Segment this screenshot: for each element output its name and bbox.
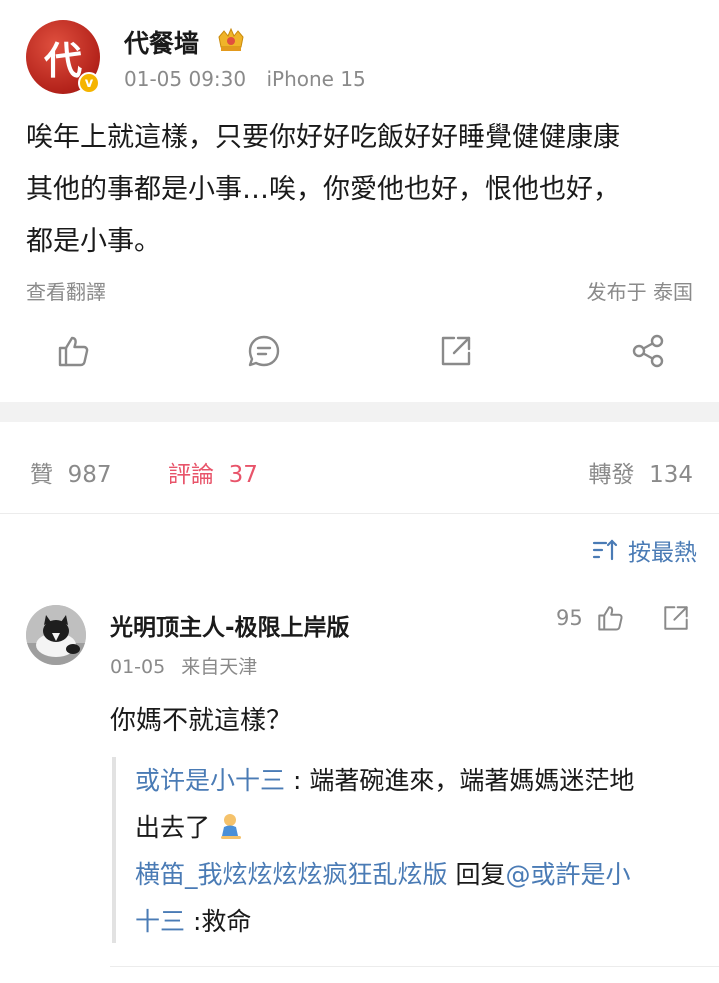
commenter-name[interactable]: 光明顶主人-极限上岸版 bbox=[110, 608, 350, 642]
reply-item[interactable]: 横笛_我炫炫炫炫疯狂乱炫版 回复@或許是小 十三 :救命 bbox=[135, 851, 700, 945]
comment-meta: 01-05 来自天津 bbox=[110, 652, 267, 679]
repost-icon[interactable] bbox=[439, 334, 473, 368]
likes-count: 987 bbox=[67, 462, 112, 488]
reply-separator: : bbox=[285, 766, 310, 795]
post-line: 其他的事都是小事…唉，你愛他也好，恨他也好， bbox=[26, 174, 620, 205]
avatar-glyph: 代 bbox=[43, 37, 82, 83]
reposts-label: 轉發 bbox=[588, 462, 635, 488]
mention-link[interactable]: @或許是小 bbox=[505, 860, 630, 889]
likes-stat[interactable]: 贊 987 bbox=[30, 455, 112, 489]
post-meta: 01-05 09:30 iPhone 15 bbox=[124, 67, 380, 91]
comments-stat[interactable]: 評論 37 bbox=[168, 455, 258, 489]
post-line: 唉年上就這樣，只要你好好吃飯好好睡覺健健康康 bbox=[26, 122, 620, 153]
post-location: 发布于 泰国 bbox=[586, 280, 693, 304]
sort-icon bbox=[592, 539, 618, 561]
reply-word: 回复 bbox=[447, 860, 506, 889]
reply-list[interactable]: 或许是小十三 : 端著碗進來，端著媽媽迷茫地 出去了 横笛_我炫炫炫炫疯狂乱炫版… bbox=[135, 757, 700, 945]
post-line: 都是小事。 bbox=[26, 226, 161, 257]
comment-text: 你媽不就這樣？ bbox=[110, 706, 293, 736]
reply-user-link[interactable]: 横笛_我炫炫炫炫疯狂乱炫版 bbox=[135, 860, 448, 889]
like-icon[interactable] bbox=[56, 334, 90, 368]
reply-text: :救命 bbox=[185, 907, 252, 936]
stats-divider bbox=[0, 513, 719, 514]
post-device: iPhone 15 bbox=[266, 67, 366, 91]
sort-hot-button[interactable]: 按最熱 bbox=[592, 533, 697, 567]
reply-thread-bar bbox=[112, 757, 116, 943]
share-icon[interactable] bbox=[631, 334, 665, 368]
comment-divider bbox=[110, 966, 719, 967]
sort-label: 按最熱 bbox=[628, 540, 697, 566]
reply-item[interactable]: 或许是小十三 : 端著碗進來，端著媽媽迷茫地 出去了 bbox=[135, 757, 700, 851]
reposts-count: 134 bbox=[649, 462, 693, 488]
translate-link[interactable]: 查看翻譯 bbox=[26, 276, 106, 305]
reply-user-link[interactable]: 或许是小十三 bbox=[135, 766, 285, 795]
reply-text: 端著碗進來，端著媽媽迷茫地 bbox=[309, 766, 635, 795]
likes-label: 贊 bbox=[30, 462, 53, 488]
reposts-stat[interactable]: 轉發 134 bbox=[588, 455, 693, 489]
section-divider bbox=[0, 402, 719, 422]
comments-label: 評論 bbox=[168, 462, 214, 488]
comment-like-icon[interactable] bbox=[596, 604, 624, 632]
author-name[interactable]: 代餐墙 bbox=[124, 24, 199, 60]
post-body: 唉年上就這樣，只要你好好吃飯好好睡覺健健康康 其他的事都是小事…唉，你愛他也好，… bbox=[26, 112, 698, 268]
reply-text-cont: 出去了 bbox=[135, 813, 211, 842]
comment-like-count: 95 bbox=[556, 606, 583, 630]
comment-repost-icon[interactable] bbox=[662, 604, 690, 632]
comment-location: 来自天津 bbox=[181, 656, 258, 678]
mention-link-cont[interactable]: 十三 bbox=[135, 907, 185, 936]
verified-badge-icon: v bbox=[78, 72, 100, 94]
comment-date: 01-05 bbox=[110, 656, 166, 678]
comment-icon[interactable] bbox=[247, 334, 281, 368]
crown-badge-icon bbox=[218, 27, 244, 51]
kneeling-emoji-icon bbox=[220, 814, 241, 839]
cat-avatar-image bbox=[26, 605, 86, 665]
post-date: 01-05 09:30 bbox=[124, 67, 247, 91]
commenter-avatar[interactable] bbox=[26, 605, 86, 665]
comments-count: 37 bbox=[228, 462, 258, 488]
